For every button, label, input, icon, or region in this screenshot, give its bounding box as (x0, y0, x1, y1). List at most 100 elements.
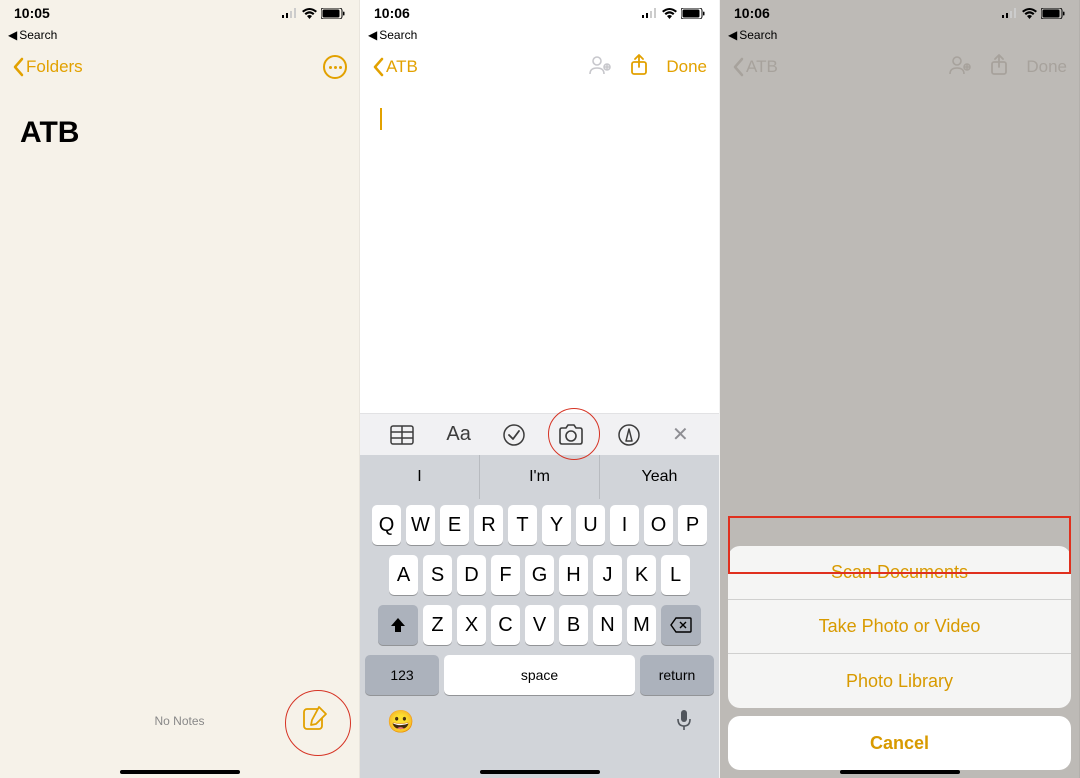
nav-back-label: ATB (746, 57, 778, 77)
back-label: Search (19, 28, 57, 42)
folder-title: ATB (0, 88, 359, 178)
screen-folder-view: 10:05 ◀ Search Folders ATB No Notes (0, 0, 360, 778)
back-triangle-icon: ◀ (368, 28, 377, 42)
suggestion-2[interactable]: I'm (480, 455, 600, 499)
key-w[interactable]: W (406, 505, 435, 545)
keyboard-row-2: A S D F G H J K L (363, 555, 716, 595)
dot-icon (329, 66, 332, 69)
nav-back-button[interactable]: Folders (12, 57, 83, 77)
back-triangle-icon: ◀ (728, 28, 737, 42)
key-j[interactable]: J (593, 555, 622, 595)
nav-back-button: ATB (732, 57, 778, 77)
share-icon (990, 54, 1008, 81)
key-l[interactable]: L (661, 555, 690, 595)
key-i[interactable]: I (610, 505, 639, 545)
dictation-button[interactable] (676, 709, 692, 737)
chevron-left-icon (732, 57, 744, 77)
key-g[interactable]: G (525, 555, 554, 595)
scan-documents-button[interactable]: Scan Documents (728, 546, 1071, 600)
empty-state-text: No Notes (154, 714, 204, 728)
key-c[interactable]: C (491, 605, 520, 645)
key-backspace[interactable] (661, 605, 701, 645)
keyboard-row-3: Z X C V B N M (363, 605, 716, 645)
key-b[interactable]: B (559, 605, 588, 645)
wifi-icon (1022, 8, 1037, 19)
key-d[interactable]: D (457, 555, 486, 595)
chevron-left-icon (372, 57, 384, 77)
nav-bar: Folders (0, 46, 359, 88)
key-t[interactable]: T (508, 505, 537, 545)
screen-note-editor: 10:06 ◀ Search ATB Done Aa ✕ I I'm (360, 0, 720, 778)
nav-back-button[interactable]: ATB (372, 57, 418, 77)
keyboard-row-4: 123 space return (363, 655, 716, 695)
key-p[interactable]: P (678, 505, 707, 545)
suggestion-1[interactable]: I (360, 455, 480, 499)
key-f[interactable]: F (491, 555, 520, 595)
key-s[interactable]: S (423, 555, 452, 595)
key-return[interactable]: return (640, 655, 714, 695)
key-k[interactable]: K (627, 555, 656, 595)
cellular-icon (642, 8, 658, 18)
key-q[interactable]: Q (372, 505, 401, 545)
key-u[interactable]: U (576, 505, 605, 545)
photo-library-button[interactable]: Photo Library (728, 654, 1071, 708)
status-bar: 10:06 (360, 0, 719, 26)
markup-icon[interactable] (618, 424, 640, 446)
status-time: 10:06 (374, 5, 410, 21)
key-n[interactable]: N (593, 605, 622, 645)
key-z[interactable]: Z (423, 605, 452, 645)
camera-icon[interactable] (557, 424, 585, 446)
key-h[interactable]: H (559, 555, 588, 595)
suggestion-3[interactable]: Yeah (600, 455, 719, 499)
key-x[interactable]: X (457, 605, 486, 645)
take-photo-button[interactable]: Take Photo or Video (728, 600, 1071, 654)
key-space[interactable]: space (444, 655, 635, 695)
status-icons (1002, 8, 1065, 19)
status-time: 10:06 (734, 5, 770, 21)
done-button[interactable]: Done (666, 57, 707, 77)
key-a[interactable]: A (389, 555, 418, 595)
key-e[interactable]: E (440, 505, 469, 545)
home-indicator[interactable] (120, 770, 240, 774)
collaborate-icon[interactable] (588, 55, 612, 80)
keyboard-suggestions: I I'm Yeah (360, 455, 719, 499)
dot-icon (334, 66, 337, 69)
share-icon[interactable] (630, 54, 648, 81)
cellular-icon (1002, 8, 1018, 18)
back-triangle-icon: ◀ (8, 28, 17, 42)
key-r[interactable]: R (474, 505, 503, 545)
more-button[interactable] (323, 55, 347, 79)
battery-icon (1041, 8, 1065, 19)
cancel-button[interactable]: Cancel (728, 716, 1071, 770)
format-icon[interactable]: Aa (446, 423, 470, 446)
note-editor[interactable] (360, 88, 719, 408)
key-m[interactable]: M (627, 605, 656, 645)
home-indicator[interactable] (840, 770, 960, 774)
key-y[interactable]: Y (542, 505, 571, 545)
wifi-icon (302, 8, 317, 19)
dismiss-toolbar-icon[interactable]: ✕ (672, 422, 689, 447)
key-numbers[interactable]: 123 (365, 655, 439, 695)
back-to-search[interactable]: ◀ Search (360, 26, 719, 46)
key-v[interactable]: V (525, 605, 554, 645)
checklist-icon[interactable] (503, 424, 525, 446)
back-to-search[interactable]: ◀ Search (0, 26, 359, 46)
home-indicator[interactable] (480, 770, 600, 774)
table-icon[interactable] (390, 425, 414, 445)
collaborate-icon (948, 55, 972, 80)
compose-button[interactable] (291, 694, 339, 742)
status-icons (282, 8, 345, 19)
battery-icon (681, 8, 705, 19)
key-o[interactable]: O (644, 505, 673, 545)
key-shift[interactable] (378, 605, 418, 645)
battery-icon (321, 8, 345, 19)
action-sheet: Scan Documents Take Photo or Video Photo… (728, 546, 1071, 770)
nav-bar: ATB Done (720, 46, 1079, 88)
emoji-button[interactable]: 😀 (387, 709, 414, 737)
nav-back-label: ATB (386, 57, 418, 77)
keyboard: Q W E R T Y U I O P A S D F G H J K L Z … (360, 499, 719, 778)
status-bar: 10:06 (720, 0, 1079, 26)
done-button: Done (1026, 57, 1067, 77)
nav-back-label: Folders (26, 57, 83, 77)
back-to-search: ◀ Search (720, 26, 1079, 46)
